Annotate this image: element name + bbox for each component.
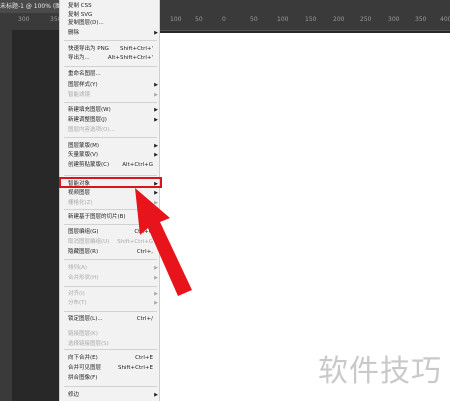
menu-item-label: 新建基于图层的切片(B) [68,214,126,220]
menu-item: 链接图层(K) [60,330,161,339]
submenu-arrow-icon: ▶ [154,82,158,88]
menu-item[interactable]: 图层蒙版(M) ▶ [60,142,161,151]
menu-item-label: 删除 [68,30,80,36]
submenu-arrow-icon: ▶ [154,152,158,158]
submenu-arrow-icon: ▶ [154,143,158,149]
menu-item: 分布(T) ▶ [60,299,161,308]
menu-separator [64,311,157,312]
menu-item-label: 向下合并(E) [68,355,98,361]
menu-item: 智能滤镜 ▶ [60,91,161,100]
ruler-tick-label: 100 [277,16,289,23]
menu-item-shortcut: Shift+Ctrl+' [119,46,153,52]
menu-item[interactable]: 修边 ▶ [60,391,161,400]
menu-item-shortcut: Alt+Shift+Ctrl+' [107,55,153,61]
menu-item-label: 修边 [68,392,80,398]
menu-item[interactable]: 合并可见图层 Shift+Ctrl+E [60,364,161,373]
ruler-tick-label: 250 [360,16,372,23]
menu-item-label: 复制图层(D)... [68,20,104,26]
menu-item-label: 分布(T) [68,300,87,306]
menu-separator [64,66,157,67]
menu-item-label: 导出为... [68,55,90,61]
menu-item-label: 复制 CSS [68,3,92,9]
menu-item-shortcut: Alt+Ctrl+G [122,162,153,168]
menu-item[interactable]: 新建填充图层(W) ▶ [60,106,161,115]
ruler-tick-label: 200 [333,16,345,23]
menu-item: 图层内容选项(O)... [60,126,161,135]
menu-separator [64,349,157,350]
menu-item[interactable]: 删除 ▶ [60,29,161,38]
menu-item-label: 锁定图层(L)... [68,316,103,322]
menu-item-label: 取消图层编组(U) [68,239,110,245]
menu-item[interactable]: 复制图层(D)... [60,19,161,28]
menu-item-label: 排列(A) [68,265,88,271]
ruler-tick-label: 50 [195,16,203,23]
menu-item[interactable]: 复制 CSS [60,2,161,11]
menu-item-label: 创建剪贴蒙版(C) [68,162,110,168]
menu-item[interactable]: 新建调整图层(J) ▶ [60,116,161,125]
menu-separator [64,40,157,41]
menu-item-label: 矢量蒙版(V) [68,152,99,158]
menu-item: 选择链接图层(S) [60,340,161,349]
submenu-arrow-icon: ▶ [154,92,158,98]
menu-item-label: 图层蒙版(M) [68,143,100,149]
menu-item-shortcut: Shift+Ctrl+E [118,365,153,371]
menu-item-label: 栅格化(Z) [68,200,93,206]
pointer-arrow-icon [135,188,192,296]
ruler-tick-label: 150 [305,16,317,23]
menu-item[interactable]: 向下合并(E) Ctrl+E [60,354,161,363]
submenu-arrow-icon: ▶ [154,30,158,36]
menu-item[interactable]: 创建剪贴蒙版(C) Alt+Ctrl+G [60,161,161,170]
menu-item-label: 重命名图层... [68,71,101,77]
menu-separator [64,175,157,176]
menu-item[interactable]: 图层样式(Y) ▶ [60,81,161,90]
menu-item[interactable]: 导出为... Alt+Shift+Ctrl+' [60,54,161,63]
menu-separator [64,386,157,387]
menu-item[interactable]: 矢量蒙版(V) ▶ [60,151,161,160]
menu-item-label: 新建填充图层(W) [68,107,111,113]
menu-item-label: 快速导出为 PNG [68,46,109,52]
menu-separator [64,137,157,138]
document-tab[interactable]: 未标题-1 @ 100% (图层 [0,0,62,13]
submenu-arrow-icon: ▶ [154,107,158,113]
ruler-tick-label: 100 [170,16,182,23]
menu-item-label: 视频图层 [68,190,91,196]
ruler-tick-label: 300 [388,16,400,23]
menu-item-label: 图层内容选项(O)... [68,127,115,133]
menu-item-label: 选择链接图层(S) [68,341,109,347]
ruler-tick-label: 50 [250,16,258,23]
ruler-tick-label: 350 [415,16,427,23]
menu-item-label: 图层编组(G) [68,229,99,235]
ruler-tick-label: 300 [18,16,30,23]
menu-item[interactable]: 重命名图层... [60,70,161,79]
submenu-arrow-icon: ▶ [154,117,158,123]
submenu-arrow-icon: ▶ [154,300,158,306]
menu-item-label: 新建调整图层(J) [68,117,107,123]
menu-item[interactable]: 快速导出为 PNG Shift+Ctrl+' [60,45,161,54]
menu-item-label: 合并可见图层 [68,365,102,371]
watermark: 软件技巧 [318,354,442,389]
menu-item-shortcut: Ctrl+E [135,355,153,361]
menu-item-label: 拼合图像(F) [68,375,98,381]
menu-item-shortcut: Ctrl+/ [136,316,153,322]
menu-item-label: 链接图层(K) [68,331,98,337]
menu-separator [64,102,157,103]
ruler-tick-label: 0 [222,16,226,23]
menu-item-label: 对齐(I) [68,291,85,297]
menu-item[interactable]: 锁定图层(L)... Ctrl+/ [60,315,161,324]
menu-item-label: 图层样式(Y) [68,82,98,88]
menu-item-label: 隐藏图层(R) [68,249,99,255]
ruler-tick-label: 400 [440,16,450,23]
menu-item-label: 智能滤镜 [68,92,91,98]
menu-item[interactable]: 拼合图像(F) [60,374,161,383]
submenu-arrow-icon: ▶ [154,392,158,398]
menu-item-label: 合并形状(H) [68,275,99,281]
